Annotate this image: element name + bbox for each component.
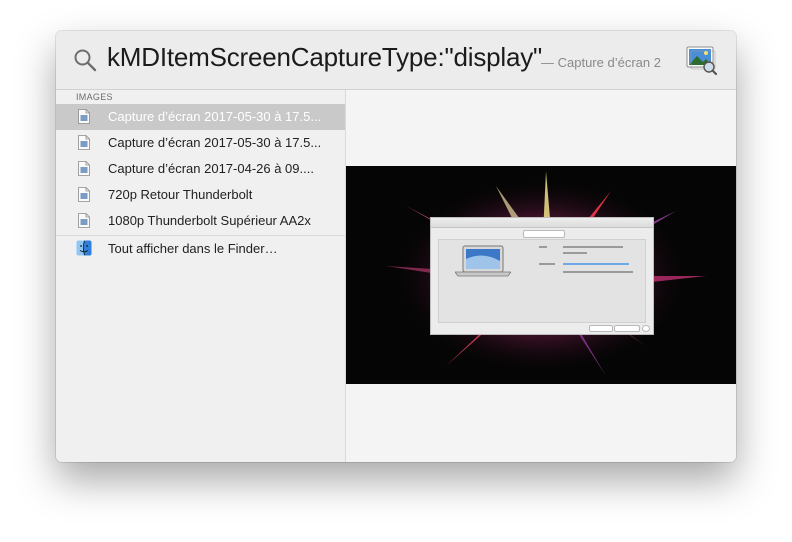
search-input[interactable]: kMDItemScreenCaptureType:"display": [107, 42, 542, 73]
dialog-button: [589, 325, 613, 332]
result-item[interactable]: Capture d’écran 2017-05-30 à 17.5...: [56, 130, 345, 156]
search-bar[interactable]: kMDItemScreenCaptureType:"display" — Cap…: [56, 31, 736, 90]
result-item-label: Capture d’écran 2017-04-26 à 09....: [108, 161, 314, 176]
spotlight-window: kMDItemScreenCaptureType:"display" — Cap…: [56, 31, 736, 462]
dialog-button: [614, 325, 640, 332]
dialog-titlebar: [431, 218, 653, 228]
display-settings-dialog-thumbnail: [430, 217, 654, 335]
results-sidebar: IMAGES Capture d’écran 2017-05-30 à 17.5…: [56, 90, 346, 462]
show-all-label: Tout afficher dans le Finder…: [108, 241, 278, 256]
finder-icon: [76, 240, 92, 256]
image-file-icon: [78, 213, 90, 228]
result-item-label: Capture d’écran 2017-05-30 à 17.5...: [108, 135, 322, 150]
result-item[interactable]: 1080p Thunderbolt Supérieur AA2x: [56, 208, 345, 234]
search-completion-hint: — Capture d’écran 2: [541, 55, 661, 70]
dialog-label-line: [539, 263, 555, 265]
laptop-icon: [455, 245, 511, 277]
dialog-help-button: [642, 325, 650, 332]
result-item-label: 720p Retour Thunderbolt: [108, 187, 253, 202]
result-item-label: Capture d’écran 2017-05-30 à 17.5...: [108, 109, 322, 124]
result-item[interactable]: Capture d’écran 2017-04-26 à 09....: [56, 156, 345, 182]
dialog-option-line: [563, 271, 633, 273]
preview-pane: [346, 90, 736, 462]
dialog-label-line: [539, 246, 547, 248]
dialog-slider: [563, 263, 629, 265]
image-file-icon: [78, 109, 90, 124]
dialog-option-line: [563, 246, 623, 248]
result-item[interactable]: Capture d’écran 2017-05-30 à 17.5...: [56, 104, 345, 130]
show-all-in-finder[interactable]: Tout afficher dans le Finder…: [56, 236, 345, 262]
image-file-icon: [78, 135, 90, 150]
section-header-images: IMAGES: [76, 92, 113, 102]
preview-app-icon: [686, 46, 718, 76]
image-file-icon: [78, 187, 90, 202]
dialog-segmented-control: [523, 230, 565, 238]
result-item-label: 1080p Thunderbolt Supérieur AA2x: [108, 213, 311, 228]
dialog-option-line: [563, 252, 587, 254]
search-icon: [74, 49, 97, 72]
screenshot-preview-image: [346, 166, 736, 384]
image-file-icon: [78, 161, 90, 176]
result-item[interactable]: 720p Retour Thunderbolt: [56, 182, 345, 208]
